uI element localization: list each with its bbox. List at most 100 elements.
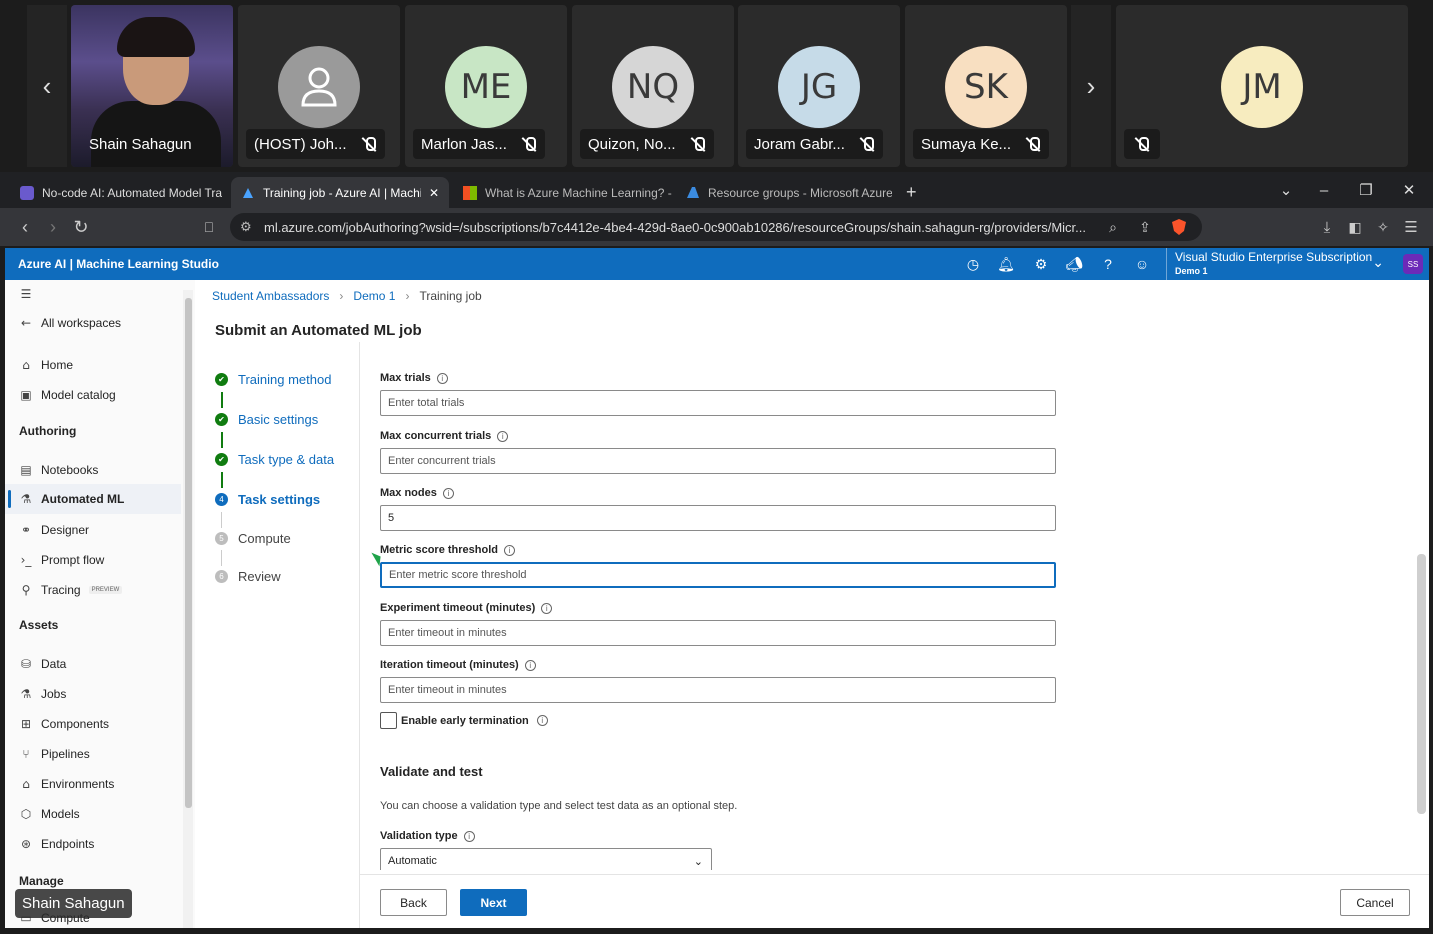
cancel-button[interactable]: Cancel xyxy=(1340,889,1410,916)
info-icon[interactable]: i xyxy=(503,544,515,556)
participant-tile[interactable]: NQ Quizon, No... xyxy=(572,5,734,167)
browser-tab[interactable]: No-code AI: Automated Model Trai xyxy=(10,177,222,208)
automl-icon: ⚗ xyxy=(20,492,32,506)
step-compute[interactable]: 5 Compute xyxy=(215,531,291,546)
azure-favicon xyxy=(686,186,700,200)
info-icon[interactable]: i xyxy=(536,715,548,726)
feedback-icon[interactable]: ☺ xyxy=(1132,254,1152,274)
max-concurrent-trials-label: Max concurrent trials i xyxy=(380,430,509,442)
tab-title: Training job - Azure AI | Machin xyxy=(263,185,421,200)
browser-tab[interactable]: What is Azure Machine Learning? - xyxy=(453,177,673,208)
section-authoring: Authoring xyxy=(19,424,77,438)
step-training-method[interactable]: ✔ Training method xyxy=(215,372,331,387)
address-bar[interactable]: ⚙ ml.azure.com/jobAuthoring?wsid=/subscr… xyxy=(230,213,1202,241)
download-icon[interactable]: ⤓ xyxy=(1314,208,1340,246)
history-icon[interactable]: ◷ xyxy=(963,254,983,274)
max-concurrent-trials-input[interactable]: Enter concurrent trials xyxy=(380,448,1056,474)
sidebar-item-automated-ml[interactable]: ⚗ Automated ML xyxy=(19,488,125,510)
share-icon[interactable]: ⇪ xyxy=(1132,208,1158,246)
participant-avatar: SK xyxy=(945,46,1027,128)
info-icon[interactable]: i xyxy=(463,830,475,842)
step-number: 5 xyxy=(215,532,228,545)
participant-tile[interactable]: SK Sumaya Ke... xyxy=(905,5,1067,167)
menu-icon[interactable]: ☰ xyxy=(1398,208,1424,246)
close-window-button[interactable]: ✕ xyxy=(1389,172,1429,208)
form-scroll-thumb[interactable] xyxy=(1417,554,1426,814)
restore-button[interactable]: ❐ xyxy=(1346,172,1386,208)
sidebar-item-tracing[interactable]: ⚲ Tracing PREVIEW xyxy=(19,579,123,601)
info-icon[interactable]: i xyxy=(524,659,536,671)
sidebar-item-designer[interactable]: ⚭ Designer xyxy=(19,519,89,541)
app-brand[interactable]: Azure AI | Machine Learning Studio xyxy=(18,257,219,271)
sidebar-item-data[interactable]: ⛁ Data xyxy=(19,653,66,675)
sidebar-item-model-catalog[interactable]: ▣ Model catalog xyxy=(19,384,115,406)
participant-tile[interactable]: JM xyxy=(1116,5,1408,167)
participant-tile[interactable]: JG Joram Gabr... xyxy=(738,5,900,167)
sidebar-item-jobs[interactable]: ⚗ Jobs xyxy=(19,683,67,705)
step-review[interactable]: 6 Review xyxy=(215,569,281,584)
sidebar-item-notebooks[interactable]: ▤ Notebooks xyxy=(19,459,98,481)
tab-title: Resource groups - Microsoft Azure xyxy=(708,185,892,200)
sidebar-item-models[interactable]: ⬡ Models xyxy=(19,803,80,825)
participant-tile[interactable]: (HOST) Joh... xyxy=(238,5,400,167)
strip-prev-button[interactable]: ‹ xyxy=(27,5,67,167)
all-workspaces-link[interactable]: ← All workspaces xyxy=(19,312,121,334)
sidebar-item-environments[interactable]: ⌂ Environments xyxy=(19,773,114,795)
sidebar-item-components[interactable]: ⊞ Components xyxy=(19,713,109,735)
browser-tab-active[interactable]: Training job - Azure AI | Machin ✕ xyxy=(231,177,449,208)
extensions-icon[interactable]: ✧ xyxy=(1370,208,1396,246)
experiment-timeout-input[interactable]: Enter timeout in minutes xyxy=(380,620,1056,646)
participant-avatar: ME xyxy=(445,46,527,128)
sidebar-item-prompt-flow[interactable]: ›_ Prompt flow xyxy=(19,549,105,571)
new-tab-button[interactable]: + xyxy=(896,177,926,208)
mic-muted-icon xyxy=(1134,136,1150,152)
step-number: 4 xyxy=(215,493,228,506)
step-task-settings[interactable]: 4 Task settings xyxy=(215,492,320,507)
back-button[interactable]: Back xyxy=(380,889,447,916)
user-avatar[interactable]: SS xyxy=(1403,254,1423,274)
brave-shield-icon[interactable] xyxy=(1166,208,1192,246)
subscription-selector[interactable]: Visual Studio Enterprise Subscription De… xyxy=(1166,248,1386,280)
announcement-icon[interactable]: 📣︎ xyxy=(1064,254,1084,274)
notification-icon[interactable]: 🔔︎ xyxy=(996,254,1016,274)
max-nodes-input[interactable]: 5 xyxy=(380,505,1056,531)
zoom-icon[interactable]: ⌕ xyxy=(1100,208,1126,246)
participant-tile[interactable]: ME Marlon Jas... xyxy=(405,5,567,167)
sidebar-item-endpoints[interactable]: ⊛ Endpoints xyxy=(19,833,94,855)
step-basic-settings[interactable]: ✔ Basic settings xyxy=(215,412,318,427)
sidebar-toggle-icon[interactable]: ◧ xyxy=(1342,208,1368,246)
close-tab-icon[interactable]: ✕ xyxy=(429,186,439,200)
sidebar-item-pipelines[interactable]: ⑂ Pipelines xyxy=(19,743,89,765)
next-button[interactable]: Next xyxy=(460,889,527,916)
back-icon[interactable]: ‹ xyxy=(12,208,38,246)
info-icon[interactable]: i xyxy=(497,430,509,442)
iteration-timeout-input[interactable]: Enter timeout in minutes xyxy=(380,677,1056,703)
participant-tile-video[interactable]: Shain Sahagun xyxy=(71,5,233,167)
info-icon[interactable]: i xyxy=(442,487,454,499)
browser-tab[interactable]: Resource groups - Microsoft Azure xyxy=(676,177,892,208)
minimize-button[interactable]: – xyxy=(1304,172,1344,208)
strip-next-button[interactable]: › xyxy=(1071,5,1111,167)
bookmark-icon[interactable]: ⎕ xyxy=(196,208,222,246)
early-termination-checkbox[interactable]: Enable early termination i xyxy=(380,712,548,729)
info-icon[interactable]: i xyxy=(436,372,448,384)
max-trials-input[interactable]: Enter total trials xyxy=(380,390,1056,416)
breadcrumb-item[interactable]: Student Ambassadors xyxy=(212,289,329,303)
breadcrumb-item[interactable]: Demo 1 xyxy=(353,289,395,303)
forward-icon[interactable]: › xyxy=(40,208,66,246)
sidebar-scroll-thumb[interactable] xyxy=(185,298,192,808)
settings-icon[interactable]: ⚙ xyxy=(1031,254,1051,274)
site-settings-icon[interactable]: ⚙ xyxy=(240,219,252,235)
sidebar-item-home[interactable]: ⌂ Home xyxy=(19,354,73,376)
components-icon: ⊞ xyxy=(20,717,32,731)
info-icon[interactable]: i xyxy=(541,602,553,614)
metric-score-threshold-input[interactable]: Enter metric score threshold xyxy=(380,562,1056,588)
checkbox[interactable] xyxy=(380,712,397,729)
tab-title: No-code AI: Automated Model Trai xyxy=(42,185,222,200)
hamburger-icon[interactable]: ☰ xyxy=(19,283,33,305)
reload-icon[interactable]: ↻ xyxy=(68,208,94,246)
step-task-type-data[interactable]: ✔ Task type & data xyxy=(215,452,334,467)
tab-search-icon[interactable]: ⌄ xyxy=(1266,172,1306,208)
validation-type-dropdown[interactable]: Automatic ⌄ xyxy=(380,848,712,870)
help-icon[interactable]: ? xyxy=(1098,254,1118,274)
